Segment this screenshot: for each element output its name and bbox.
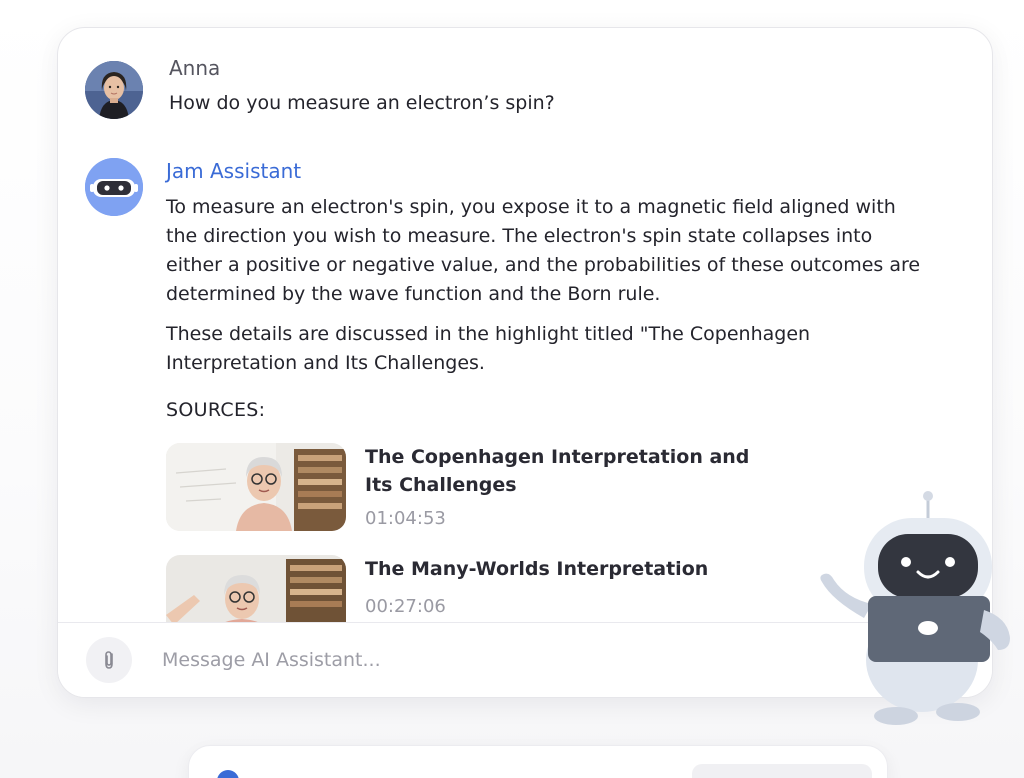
source-title[interactable]: The Many-Worlds Interpretation xyxy=(365,555,765,583)
user-name: Anna xyxy=(169,56,221,80)
sources-label: SOURCES: xyxy=(166,399,266,421)
app-stage: Anna How do you measure an electron’s sp… xyxy=(0,0,1024,778)
message-input[interactable] xyxy=(162,637,802,683)
source-timestamp: 01:04:53 xyxy=(365,508,446,529)
robot-icon xyxy=(85,158,143,216)
source-timestamp: 00:27:06 xyxy=(365,596,446,617)
source-title[interactable]: The Copenhagen Interpretation and Its Ch… xyxy=(365,443,765,499)
robot-mascot xyxy=(812,490,1017,730)
robot-mascot-illustration xyxy=(820,491,1010,725)
secondary-card xyxy=(188,745,888,778)
lecturer-thumbnail-image xyxy=(166,443,346,531)
assistant-paragraph-2: These details are discussed in the highl… xyxy=(166,323,811,374)
user-message-text: How do you measure an electron’s spin? xyxy=(169,92,555,114)
secondary-card-button[interactable] xyxy=(692,764,872,778)
lecturer-thumbnail-image xyxy=(166,555,346,622)
source-thumbnail[interactable] xyxy=(166,443,346,531)
paperclip-icon xyxy=(105,651,113,669)
user-portrait-icon xyxy=(85,61,143,119)
assistant-paragraph-1: To measure an electron's spin, you expos… xyxy=(166,196,921,305)
source-item[interactable]: The Copenhagen Interpretation and Its Ch… xyxy=(166,443,766,533)
status-dot xyxy=(217,770,239,778)
attach-button[interactable] xyxy=(86,637,132,683)
source-item[interactable]: The Many-Worlds Interpretation 00:27:06 xyxy=(166,555,766,622)
source-thumbnail[interactable] xyxy=(166,555,346,622)
user-avatar xyxy=(85,61,143,119)
assistant-answer: To measure an electron's spin, you expos… xyxy=(166,193,926,309)
assistant-avatar xyxy=(85,158,143,216)
assistant-name: Jam Assistant xyxy=(166,159,302,183)
